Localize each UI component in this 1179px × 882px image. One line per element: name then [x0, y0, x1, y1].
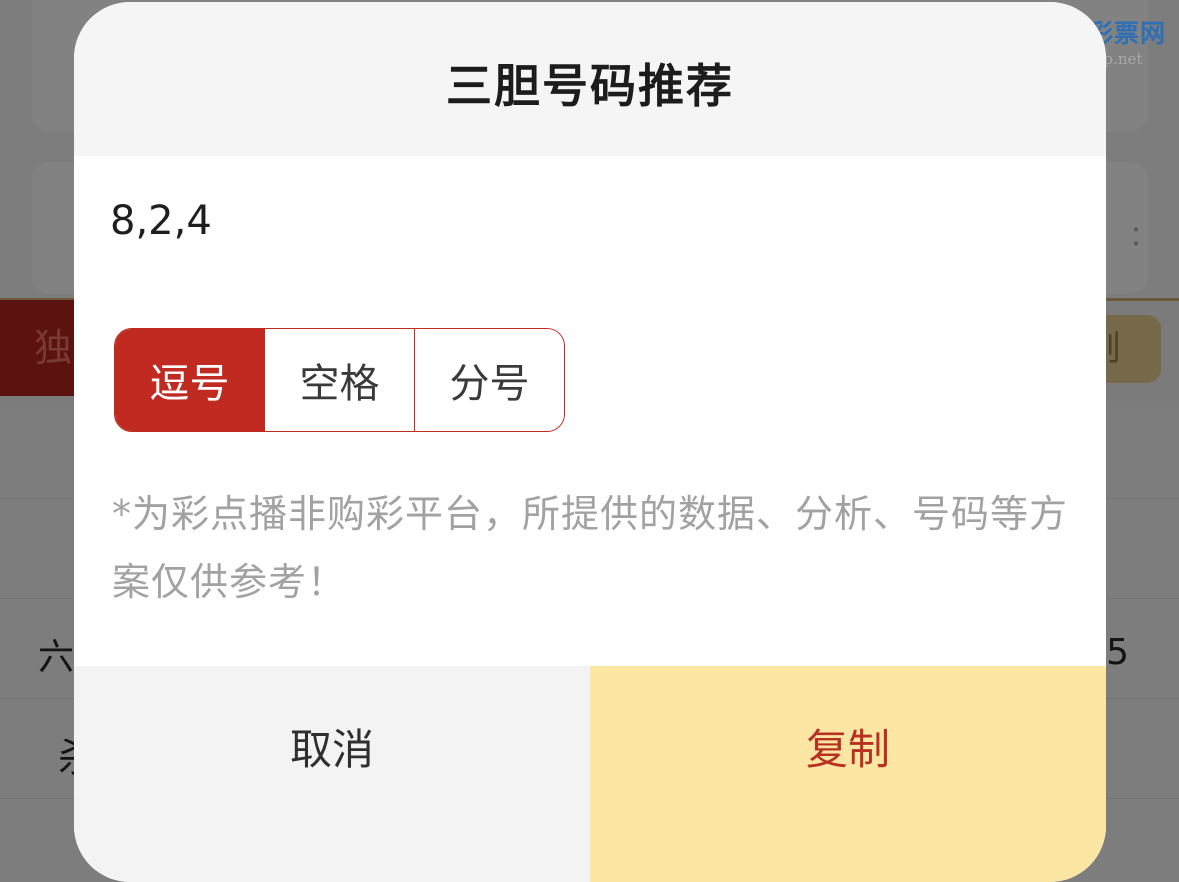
background-card-text: ：: [1128, 219, 1157, 252]
background-row-value: 5: [1106, 632, 1129, 673]
recommended-numbers: 8,2,4: [110, 198, 212, 244]
dialog-footer: 取消 复制: [74, 666, 1106, 882]
separator-semicolon-option[interactable]: 分号: [414, 329, 564, 431]
dialog-title: 三胆号码推荐: [446, 59, 734, 113]
background-left-tab: 独: [0, 300, 80, 396]
separator-comma-option[interactable]: 逗号: [115, 329, 264, 431]
disclaimer-text: *为彩点播非购彩平台，所提供的数据、分析、号码等方案仅供参考！: [112, 492, 1069, 604]
copy-button[interactable]: 复制: [590, 666, 1106, 882]
recommendation-dialog: 三胆号码推荐 8,2,4 逗号 空格 分号 *为彩点播非购彩平台，所提供的数据、…: [74, 2, 1106, 882]
dialog-header: 三胆号码推荐: [74, 2, 1106, 156]
cancel-button[interactable]: 取消: [74, 666, 590, 882]
background-row-label: 六: [38, 637, 75, 678]
separator-selector: 逗号 空格 分号: [114, 328, 565, 432]
separator-space-option[interactable]: 空格: [264, 329, 414, 431]
